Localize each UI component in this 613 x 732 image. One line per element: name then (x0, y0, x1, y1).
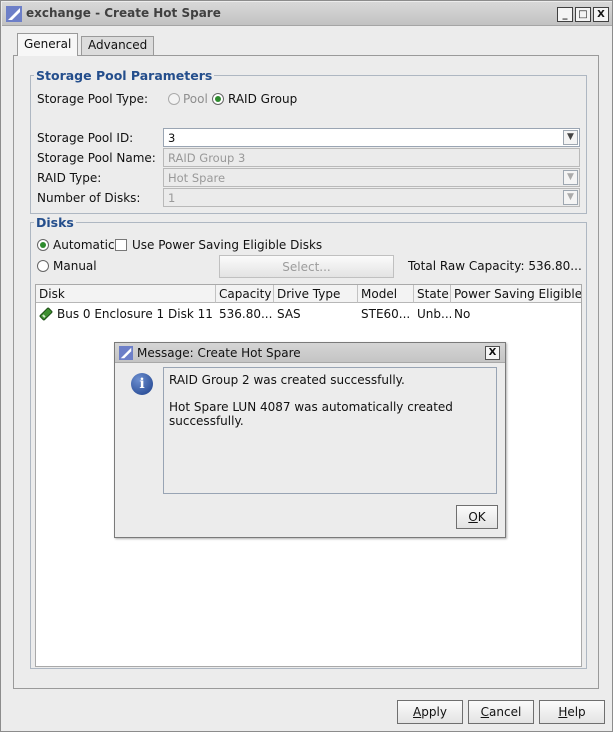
number-of-disks-value: 1 (168, 191, 176, 205)
dialog-message-line-2: Hot Spare LUN 4087 was automatically cre… (169, 400, 453, 414)
total-raw-capacity: Total Raw Capacity: 536.80... (408, 259, 582, 273)
ok-button-label: OK (468, 510, 486, 524)
message-dialog: Message: Create Hot Spare X i RAID Group… (114, 342, 506, 538)
cell-drive-type: SAS (277, 307, 301, 321)
app-icon (119, 346, 133, 360)
disks-legend: Disks (36, 215, 74, 230)
power-saving-checkbox[interactable] (115, 239, 127, 251)
tab-advanced[interactable]: Advanced (81, 36, 155, 56)
raid-type-combo: Hot Spare (163, 168, 580, 187)
dialog-title: Message: Create Hot Spare (137, 346, 301, 360)
chevron-down-icon[interactable]: ▼ (563, 130, 578, 145)
storage-pool-name-field: RAID Group 3 (163, 148, 580, 167)
main-window: exchange - Create Hot Spare _ □ X Genera… (0, 0, 613, 732)
column-header-power-saving[interactable]: Power Saving Eligible (451, 285, 581, 303)
manual-radio-label: Manual (53, 259, 97, 273)
storage-pool-id-label: Storage Pool ID: (37, 131, 134, 145)
automatic-radio[interactable] (37, 239, 49, 251)
raid-type-label: RAID Type: (37, 171, 102, 185)
pool-radio-label: Pool (183, 92, 208, 106)
pool-radio[interactable] (168, 93, 180, 105)
storage-pool-id-value: 3 (168, 131, 176, 145)
close-button[interactable]: X (593, 7, 609, 22)
storage-pool-name-label: Storage Pool Name: (37, 151, 156, 165)
table-row[interactable]: Bus 0 Enclosure 1 Disk 11 536.80... SAS … (36, 305, 581, 323)
dialog-message: RAID Group 2 was created successfully. H… (163, 367, 497, 494)
chevron-down-icon: ▼ (563, 190, 578, 205)
cell-disk: Bus 0 Enclosure 1 Disk 11 (57, 307, 213, 321)
minimize-button[interactable]: _ (557, 7, 573, 22)
cell-capacity: 536.80... (219, 307, 273, 321)
window-title: exchange - Create Hot Spare (26, 6, 221, 20)
dialog-message-line-3: successfully. (169, 414, 244, 428)
column-header-capacity[interactable]: Capacity (216, 285, 274, 303)
tab-general[interactable]: General (17, 33, 79, 56)
dialog-close-button[interactable]: X (485, 346, 500, 360)
column-header-model[interactable]: Model (358, 285, 414, 303)
maximize-button[interactable]: □ (575, 7, 591, 22)
help-button-label: Help (558, 705, 586, 719)
help-button[interactable]: Help (539, 700, 605, 724)
cancel-button-label: Cancel (480, 705, 522, 719)
storage-pool-type-label: Storage Pool Type: (37, 92, 149, 106)
title-bar[interactable]: exchange - Create Hot Spare _ □ X (2, 2, 612, 26)
column-header-drive-type[interactable]: Drive Type (274, 285, 358, 303)
automatic-radio-label: Automatic (53, 238, 115, 252)
storage-pool-parameters-legend: Storage Pool Parameters (36, 68, 213, 83)
storage-pool-id-combo[interactable]: 3 (163, 128, 580, 147)
column-header-state[interactable]: State (414, 285, 451, 303)
dialog-message-line-1: RAID Group 2 was created successfully. (169, 373, 405, 387)
cell-model: STE60... (361, 307, 411, 321)
raid-group-radio-label: RAID Group (228, 92, 298, 106)
number-of-disks-combo: 1 (163, 188, 580, 207)
manual-radio[interactable] (37, 260, 49, 272)
apply-button-label: Apply (413, 705, 447, 719)
ok-button[interactable]: OK (456, 505, 498, 529)
cell-power-saving: No (454, 307, 471, 321)
raid-type-value: Hot Spare (168, 171, 226, 185)
column-header-disk[interactable]: Disk (36, 285, 216, 303)
power-saving-label: Use Power Saving Eligible Disks (132, 238, 323, 252)
number-of-disks-label: Number of Disks: (37, 191, 141, 205)
info-icon: i (131, 373, 153, 395)
cell-state: Unb... (417, 307, 451, 321)
cancel-button[interactable]: Cancel (468, 700, 534, 724)
storage-pool-name-value: RAID Group 3 (168, 151, 246, 165)
apply-button[interactable]: Apply (397, 700, 463, 724)
app-icon (6, 6, 22, 22)
disk-icon (39, 307, 53, 321)
raid-group-radio[interactable] (212, 93, 224, 105)
chevron-down-icon: ▼ (563, 170, 578, 185)
dialog-title-bar[interactable]: Message: Create Hot Spare X (115, 343, 505, 363)
select-disks-button[interactable]: Select... (219, 255, 394, 278)
